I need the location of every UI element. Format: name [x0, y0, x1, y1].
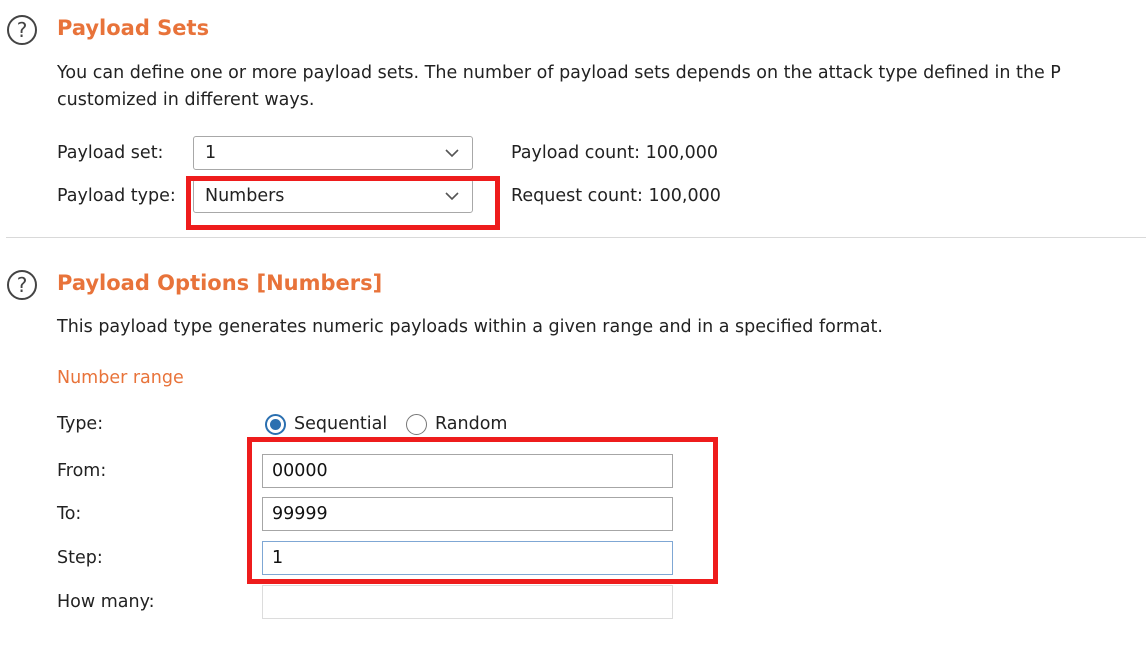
random-radio[interactable]	[406, 414, 427, 435]
number-range-heading: Number range	[57, 368, 184, 388]
payload-options-description: This payload type generates numeric payl…	[57, 317, 883, 337]
payload-type-select[interactable]: Numbers	[193, 179, 473, 213]
how-many-input[interactable]	[262, 585, 673, 619]
payload-count: Payload count: 100,000	[511, 143, 719, 163]
payload-sets-description-line2: customized in different ways.	[57, 90, 315, 110]
step-input[interactable]	[262, 541, 673, 575]
from-label: From:	[57, 461, 107, 481]
from-input[interactable]	[262, 454, 673, 488]
chevron-down-icon	[445, 149, 459, 158]
sequential-radio-label[interactable]: Sequential	[294, 413, 387, 435]
question-circle-icon[interactable]: ?	[7, 15, 37, 45]
random-radio-label[interactable]: Random	[435, 413, 507, 435]
payload-options-title: Payload Options [Numbers]	[57, 271, 383, 295]
to-input[interactable]	[262, 497, 673, 531]
sequential-radio[interactable]	[265, 414, 286, 435]
payload-set-select[interactable]: 1	[193, 136, 473, 170]
payload-type-value: Numbers	[205, 186, 285, 206]
payload-set-value: 1	[205, 143, 217, 163]
type-label: Type:	[57, 414, 104, 434]
to-label: To:	[57, 504, 82, 524]
payload-sets-title: Payload Sets	[57, 16, 210, 40]
question-circle-icon[interactable]: ?	[7, 270, 37, 300]
payload-set-label: Payload set:	[57, 143, 164, 163]
chevron-down-icon	[445, 192, 459, 201]
payload-sets-description-line1: You can define one or more payload sets.…	[57, 63, 1061, 83]
step-label: Step:	[57, 548, 103, 568]
payload-type-label: Payload type:	[57, 186, 176, 206]
request-count: Request count: 100,000	[511, 186, 721, 206]
section-divider	[6, 237, 1146, 238]
how-many-label: How many:	[57, 592, 155, 612]
